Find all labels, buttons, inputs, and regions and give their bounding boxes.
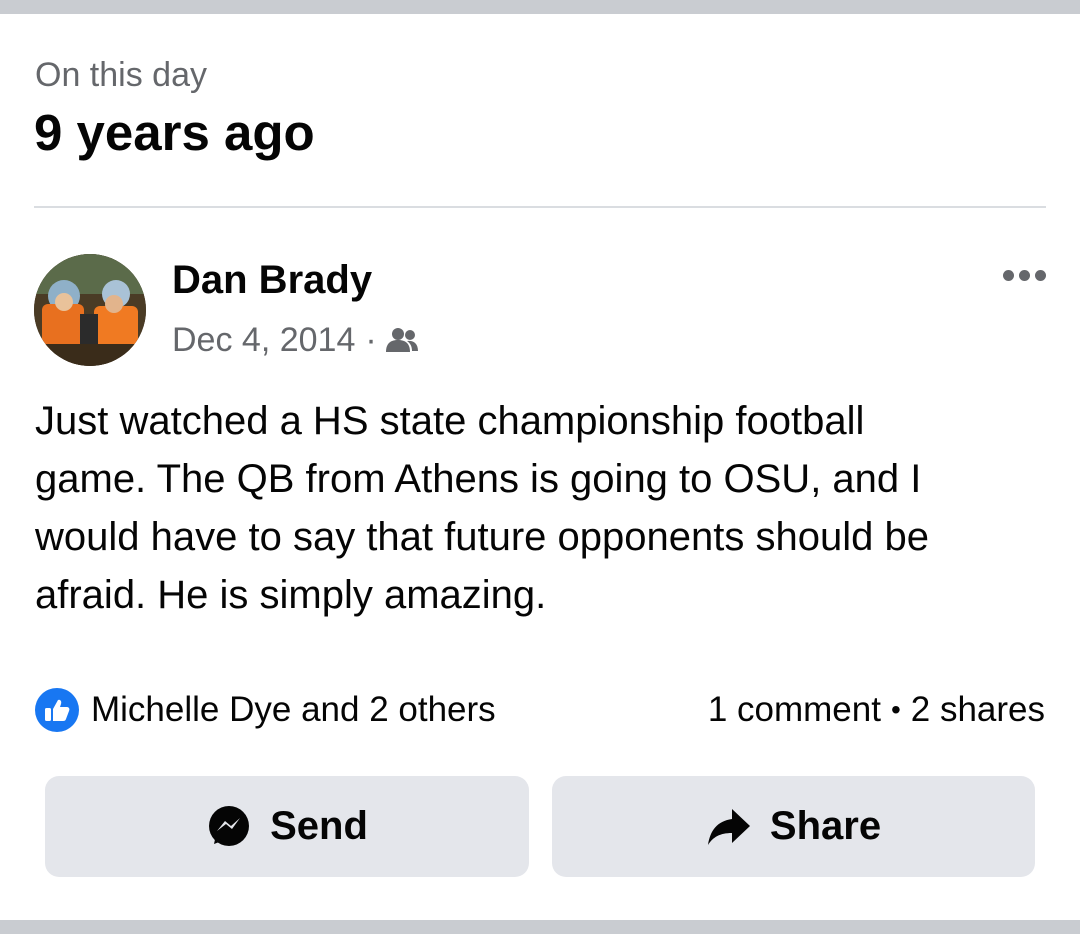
messenger-icon [206,804,252,850]
engagement-counts: 1 comment • 2 shares [708,688,1045,732]
more-dot [1002,269,1014,281]
post-body: Just watched a HS state championship foo… [35,399,929,617]
friends-icon[interactable] [385,326,419,354]
more-options-icon[interactable] [996,260,1052,290]
header-divider [34,206,1046,208]
send-button[interactable]: Send [45,776,529,877]
post-date[interactable]: Dec 4, 2014 [172,321,355,360]
reactions-summary[interactable]: Michelle Dye and 2 others [35,688,496,732]
comment-count[interactable]: 1 comment [708,690,881,730]
avatar-photo [34,254,146,366]
memories-title: 9 years ago [34,104,315,161]
more-dot [1018,269,1030,281]
more-dot [1034,269,1046,281]
send-label: Send [270,804,368,848]
meta-separator: · [365,320,377,359]
top-separator-bar [0,0,1080,14]
post-meta: Dec 4, 2014 · [172,320,419,360]
share-button[interactable]: Share [552,776,1035,877]
like-icon [35,688,79,732]
reactions-label: Michelle Dye and 2 others [91,690,496,729]
bottom-separator-bar [0,920,1080,934]
author-avatar[interactable] [34,254,146,366]
author-name[interactable]: Dan Brady [172,258,372,303]
memories-kicker: On this day [35,56,207,94]
share-count[interactable]: 2 shares [911,690,1045,730]
share-label: Share [769,804,882,848]
share-arrow-icon [706,807,752,847]
counts-separator: • [890,694,901,725]
